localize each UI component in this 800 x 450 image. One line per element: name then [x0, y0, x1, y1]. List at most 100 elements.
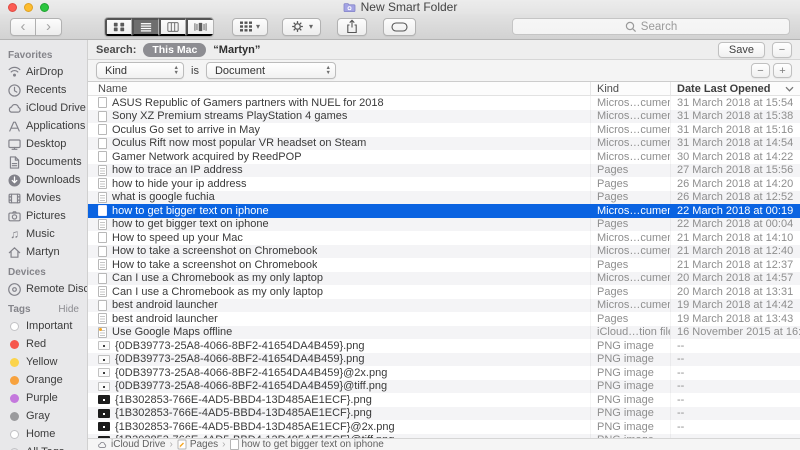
- file-date-last-opened: --: [670, 352, 800, 366]
- sidebar-item-home[interactable]: Home: [0, 425, 87, 443]
- column-header-name[interactable]: Name: [88, 83, 590, 95]
- sidebar-item-remote-disc[interactable]: Remote Disc: [0, 280, 87, 298]
- file-kind: Micros…cument: [590, 150, 670, 164]
- sidebar-item-orange[interactable]: Orange: [0, 371, 87, 389]
- file-row[interactable]: {1B302853-766E-4AD5-BBD4-13D485AE1ECF}.p…: [88, 393, 800, 407]
- sidebar-item-label: All Tags...: [26, 446, 74, 450]
- sidebar-item-downloads[interactable]: Downloads: [0, 171, 87, 189]
- remove-rule-button[interactable]: −: [751, 63, 770, 78]
- filter-attribute-select[interactable]: Kind ▲ ▼: [96, 62, 184, 79]
- path-item[interactable]: iCloud Drive: [96, 439, 165, 450]
- file-row[interactable]: How to speed up your Mac Micros…cument 21 …: [88, 231, 800, 245]
- sidebar-item-label: Red: [26, 338, 47, 350]
- tags-button[interactable]: [383, 17, 417, 36]
- file-row[interactable]: How to take a screenshot on Chromebook Pa…: [88, 258, 800, 272]
- group-by-button[interactable]: ▾: [232, 17, 269, 36]
- sidebar-item-documents[interactable]: Documents: [0, 153, 87, 171]
- file-row[interactable]: {0DB39773-25A8-4066-8BF2-41654DA4B459}@t…: [88, 379, 800, 393]
- file-row[interactable]: {1B302853-766E-4AD5-BBD4-13D485AE1ECF}@2…: [88, 420, 800, 434]
- column-header-date-last-opened[interactable]: Date Last Opened: [670, 82, 800, 95]
- file-row[interactable]: Sony XZ Premium streams PlayStation 4 ga…: [88, 109, 800, 123]
- file-row[interactable]: what is google fuchia Pages 26 March 2018 …: [88, 190, 800, 204]
- file-name-cell: Use Google Maps offline: [88, 326, 590, 338]
- file-img-light-icon: [98, 381, 110, 391]
- column-view-button[interactable]: [159, 17, 186, 36]
- sidebar-hide-action[interactable]: Hide: [58, 304, 79, 315]
- fullscreen-button[interactable]: [40, 3, 49, 12]
- sidebar-item-purple[interactable]: Purple: [0, 389, 87, 407]
- file-row[interactable]: best android launcher Pages 19 March 2018 …: [88, 312, 800, 326]
- file-row[interactable]: {0DB39773-25A8-4066-8BF2-41654DA4B459}@2…: [88, 366, 800, 380]
- share-button[interactable]: [337, 17, 368, 36]
- path-item[interactable]: Pages: [177, 439, 218, 450]
- file-row[interactable]: how to get bigger text on iphone Micros…c…: [88, 204, 800, 218]
- icon-view-button[interactable]: [105, 17, 132, 36]
- file-doc-icon: [98, 97, 107, 109]
- column-header-kind[interactable]: Kind: [590, 82, 670, 95]
- sidebar-item-label: Martyn: [26, 246, 60, 258]
- column-view-icon: [167, 21, 179, 32]
- minimize-button[interactable]: [24, 3, 33, 12]
- add-rule-button[interactable]: +: [773, 63, 792, 78]
- search-placeholder: Search: [640, 20, 678, 33]
- sidebar-item-airdrop[interactable]: AirDrop: [0, 63, 87, 81]
- file-name-cell: Oculus Go set to arrive in May: [88, 124, 590, 136]
- sidebar-item-red[interactable]: Red: [0, 335, 87, 353]
- filter-value-select[interactable]: Document ▲ ▼: [205, 62, 336, 79]
- file-row[interactable]: {1B302853-766E-4AD5-BBD4-13D485AE1ECF}.p…: [88, 406, 800, 420]
- file-row[interactable]: {0DB39773-25A8-4066-8BF2-41654DA4B459}.p…: [88, 339, 800, 353]
- file-date-last-opened: --: [670, 379, 800, 393]
- stepper-chevrons-icon: ▲ ▼: [173, 65, 179, 76]
- file-pages-icon: [98, 259, 107, 271]
- smart-folder-icon: [343, 2, 356, 12]
- file-name: {0DB39773-25A8-4066-8BF2-41654DA4B459}.p…: [115, 353, 365, 366]
- sidebar-item-gray[interactable]: Gray: [0, 407, 87, 425]
- file-row[interactable]: best android launcher Micros…cument 19 Mar…: [88, 298, 800, 312]
- title-bar[interactable]: New Smart Folder: [0, 0, 800, 14]
- sidebar-item-desktop[interactable]: Desktop: [0, 135, 87, 153]
- stepper-chevrons-icon: ▲ ▼: [325, 65, 331, 76]
- home-icon: [8, 246, 21, 258]
- sidebar-item-icloud-drive[interactable]: iCloud Drive: [0, 99, 87, 117]
- close-button[interactable]: [8, 3, 17, 12]
- scope-this-mac-button[interactable]: This Mac: [143, 42, 207, 57]
- file-name: how to get bigger text on iphone: [112, 218, 269, 231]
- search-input[interactable]: Search: [512, 18, 790, 35]
- path-item[interactable]: how to get bigger text on iphone: [229, 439, 384, 450]
- sidebar-item-all-tags[interactable]: All Tags...: [0, 443, 87, 450]
- file-date-last-opened: 21 March 2018 at 14:10: [670, 231, 800, 245]
- sidebar-item-applications[interactable]: Applications: [0, 117, 87, 135]
- file-row[interactable]: ASUS Republic of Gamers partners with NU…: [88, 96, 800, 110]
- sidebar-item-martyn[interactable]: Martyn: [0, 243, 87, 261]
- sidebar-item-pictures[interactable]: Pictures: [0, 207, 87, 225]
- file-row[interactable]: Use Google Maps offline iCloud…tion file 1…: [88, 325, 800, 339]
- sidebar-item-label: Pictures: [26, 210, 66, 222]
- save-button[interactable]: Save: [717, 41, 765, 58]
- file-row[interactable]: how to get bigger text on iphone Pages 22 …: [88, 217, 800, 231]
- sidebar-item-recents[interactable]: Recents: [0, 81, 87, 99]
- back-button[interactable]: ‹: [10, 17, 36, 36]
- file-row[interactable]: how to trace an IP address Pages 27 March …: [88, 163, 800, 177]
- file-row[interactable]: Can I use a Chromebook as my only laptop…: [88, 285, 800, 299]
- action-menu-button[interactable]: ▾: [282, 17, 322, 36]
- file-img-light-icon: [98, 341, 110, 351]
- coverflow-view-button[interactable]: [186, 17, 213, 36]
- sidebar-item-important[interactable]: Important: [0, 317, 87, 335]
- sidebar-item-music[interactable]: ♫ Music: [0, 225, 87, 243]
- file-row[interactable]: Oculus Go set to arrive in May Micros…cum…: [88, 123, 800, 137]
- sidebar-item-movies[interactable]: Movies: [0, 189, 87, 207]
- remove-search-button[interactable]: −: [772, 41, 792, 58]
- file-date-last-opened: 31 March 2018 at 15:38: [670, 109, 800, 123]
- file-row[interactable]: Can I use a Chromebook as my only laptop…: [88, 271, 800, 285]
- file-row[interactable]: how to hide your ip address Pages 26 March…: [88, 177, 800, 191]
- file-row[interactable]: Gamer Network acquired by ReedPOP Micros……: [88, 150, 800, 164]
- chevron-down-icon: ▾: [309, 21, 314, 31]
- file-kind: PNG image: [590, 420, 670, 434]
- file-row[interactable]: How to take a screenshot on Chromebook Mi…: [88, 244, 800, 258]
- file-row[interactable]: Oculus Rift now most popular VR headset …: [88, 136, 800, 150]
- tag-color-dot: [10, 375, 19, 385]
- list-view-button[interactable]: [132, 17, 159, 36]
- sidebar-item-yellow[interactable]: Yellow: [0, 353, 87, 371]
- forward-button[interactable]: ›: [36, 17, 62, 36]
- file-row[interactable]: {0DB39773-25A8-4066-8BF2-41654DA4B459}.p…: [88, 352, 800, 366]
